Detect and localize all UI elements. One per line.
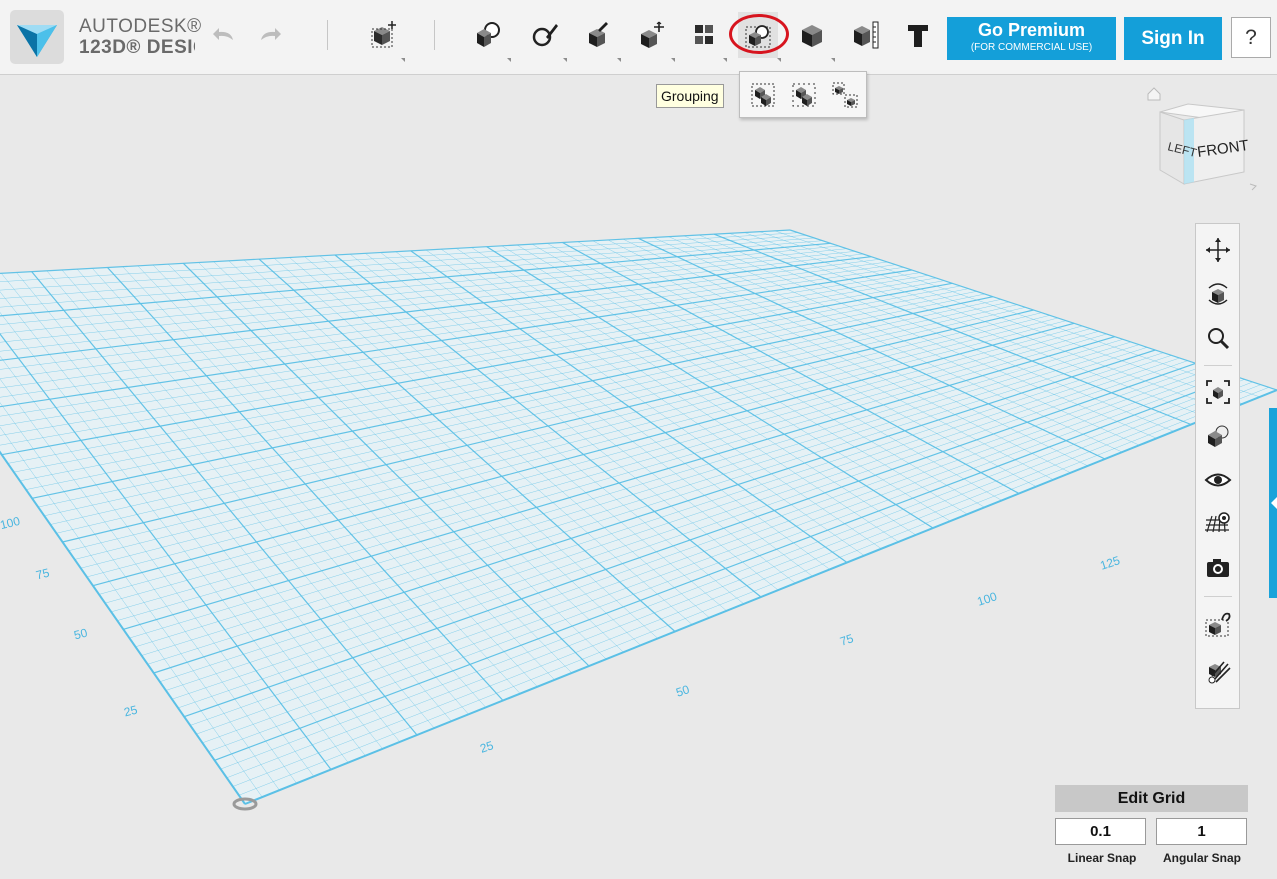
angular-snap-input[interactable]: [1156, 818, 1247, 845]
transform-tool-button[interactable]: [362, 12, 405, 62]
toolbar-separator: [327, 20, 328, 50]
construct-tool-button[interactable]: [578, 12, 621, 62]
linear-snap-input[interactable]: [1055, 818, 1146, 845]
visibility-button[interactable]: [1200, 462, 1236, 498]
primitives-tool-button[interactable]: [468, 12, 511, 62]
combine-icon: [802, 25, 822, 47]
eye-icon: [1204, 473, 1232, 487]
text-icon: [908, 25, 928, 47]
grid-lines: [0, 229, 1277, 805]
measure-tool-button[interactable]: [846, 12, 886, 58]
go-premium-sublabel: (FOR COMMERCIAL USE): [970, 42, 1093, 53]
sign-in-button[interactable]: Sign In: [1124, 17, 1222, 60]
ungroup-icon: [792, 83, 816, 107]
grid-view-button[interactable]: [1200, 506, 1236, 542]
ungroup-button[interactable]: [784, 76, 824, 114]
zoom-icon: [1208, 328, 1230, 350]
snap-icon: [1205, 612, 1231, 637]
primitives-icon: [477, 22, 500, 47]
grouping-icon: [745, 25, 771, 48]
orbit-button[interactable]: [1200, 276, 1236, 312]
brand-autodesk: AUTODESK®: [79, 16, 202, 37]
fit-button[interactable]: [1200, 374, 1236, 410]
orbit-icon: [1208, 283, 1228, 305]
ungroup-all-icon: [832, 82, 858, 108]
transform-cube-icon: [371, 21, 396, 48]
grouping-tooltip: Grouping: [656, 84, 724, 108]
solid-mesh-icon: [1208, 661, 1231, 684]
main-toolbar: AUTODESK® 123D® DESIGN: [0, 0, 1277, 75]
help-button[interactable]: ?: [1231, 17, 1271, 58]
material-icon: [1208, 425, 1229, 447]
grouping-flyout-menu: [739, 71, 867, 118]
side-panel-arrow-icon: [1271, 497, 1277, 509]
ungroup-all-button[interactable]: [825, 76, 865, 114]
text-tool-button[interactable]: [898, 12, 938, 58]
measure-icon: [854, 21, 879, 49]
undo-button[interactable]: [202, 12, 242, 58]
combine-tool-button[interactable]: [792, 12, 835, 62]
sketch-tool-button[interactable]: [524, 12, 567, 62]
undo-icon: [213, 28, 233, 40]
group-button[interactable]: [743, 76, 783, 114]
go-premium-button[interactable]: Go Premium (FOR COMMERCIAL USE): [947, 17, 1116, 60]
brand-123d-design: 123D® DESIGN: [79, 37, 195, 58]
toolbar-separator: [434, 20, 435, 50]
go-premium-label: Go Premium: [977, 20, 1086, 40]
edit-grid-button[interactable]: Edit Grid: [1055, 785, 1248, 812]
sketch-icon: [532, 24, 558, 47]
snap-button[interactable]: [1200, 606, 1236, 642]
angular-snap-label: Angular Snap: [1162, 851, 1241, 865]
grouping-tool-button[interactable]: [738, 12, 781, 62]
snapshot-button[interactable]: [1200, 550, 1236, 586]
group-icon: [751, 83, 775, 107]
zoom-button[interactable]: [1200, 320, 1236, 356]
navigation-bar: [1195, 223, 1240, 709]
app-logo-icon[interactable]: [10, 10, 64, 64]
pan-icon: [1206, 238, 1230, 262]
modify-icon: [641, 21, 664, 48]
pattern-icon: [695, 25, 713, 44]
camera-icon: [1207, 559, 1229, 577]
redo-button[interactable]: [252, 12, 292, 58]
modify-tool-button[interactable]: [632, 12, 675, 62]
grid-view-icon: [1205, 512, 1230, 533]
nav-separator: [1204, 596, 1232, 597]
redo-icon: [261, 28, 281, 40]
fit-icon: [1206, 380, 1230, 404]
home-view-icon[interactable]: [1147, 87, 1161, 101]
solid-mesh-button[interactable]: [1200, 654, 1236, 690]
nav-separator: [1204, 365, 1232, 366]
workplane-grid[interactable]: [0, 0, 1277, 879]
construct-icon: [589, 22, 608, 47]
pattern-tool-button[interactable]: [684, 12, 727, 62]
linear-snap-label: Linear Snap: [1067, 851, 1137, 865]
view-cube[interactable]: LEFT FRONT: [1140, 84, 1260, 194]
materials-button[interactable]: [1200, 418, 1236, 454]
pan-button[interactable]: [1200, 232, 1236, 268]
